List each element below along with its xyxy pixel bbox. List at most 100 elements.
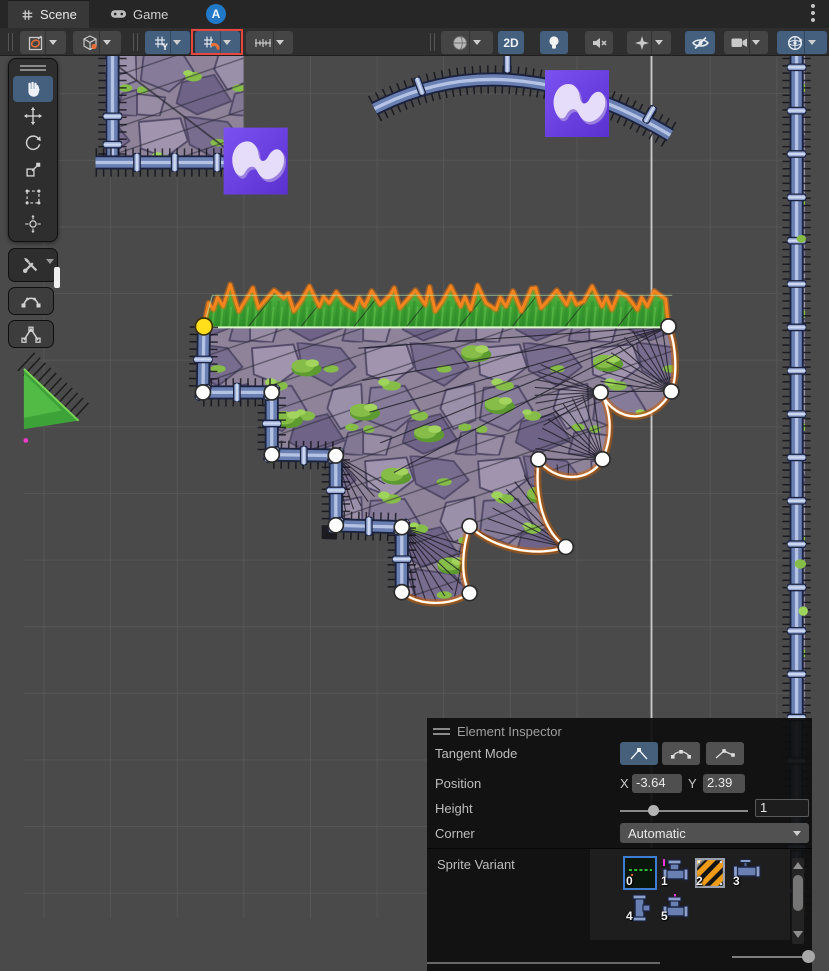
variant-scrollbar[interactable] bbox=[792, 858, 804, 944]
effects-button[interactable] bbox=[627, 31, 671, 54]
ruler-ticks-icon bbox=[253, 34, 273, 52]
tangent-linear-button[interactable] bbox=[620, 742, 658, 765]
purple-logo-sprite bbox=[545, 70, 609, 137]
grid-snap-y-dropdown[interactable] bbox=[170, 31, 184, 54]
variant-thumb-0[interactable]: 0 bbox=[625, 858, 655, 888]
thumbnail-zoom-thumb[interactable] bbox=[802, 950, 815, 963]
tangent-continuous-button[interactable] bbox=[662, 742, 700, 765]
x-axis-label: X bbox=[620, 776, 629, 791]
shaded-globe-icon bbox=[451, 34, 469, 52]
panel-title: Element Inspector bbox=[457, 724, 562, 739]
transform-icon bbox=[23, 214, 43, 234]
height-slider-thumb[interactable] bbox=[648, 805, 659, 816]
corner-dropdown[interactable]: Automatic bbox=[620, 823, 809, 843]
toolbar-drag-handle[interactable] bbox=[8, 33, 13, 51]
spline-point[interactable] bbox=[661, 319, 676, 334]
spline-point[interactable] bbox=[558, 539, 573, 554]
pivot-mode-dropdown[interactable] bbox=[99, 31, 113, 54]
spline-point[interactable] bbox=[394, 585, 409, 600]
spline-point[interactable] bbox=[328, 448, 343, 463]
pivot-mode-button[interactable] bbox=[73, 31, 121, 54]
scale-icon bbox=[23, 160, 43, 180]
variant-thumb-5[interactable]: 5 bbox=[660, 893, 690, 923]
component-tools-button[interactable] bbox=[11, 252, 51, 278]
edit-spline-tool[interactable] bbox=[8, 287, 54, 315]
tools-drag-handle[interactable] bbox=[20, 65, 46, 71]
mode-2d-toggle[interactable]: 2D bbox=[498, 31, 524, 54]
element-inspector-header[interactable]: Element Inspector bbox=[433, 724, 562, 739]
window-menu-icon[interactable]: ••• bbox=[807, 3, 819, 24]
transform-tool[interactable] bbox=[13, 211, 53, 237]
panel-hscrollbar[interactable] bbox=[427, 962, 660, 964]
draw-mode-dropdown[interactable] bbox=[469, 31, 483, 54]
spline-point[interactable] bbox=[394, 520, 409, 535]
position-x-field[interactable]: -3.64 bbox=[632, 774, 682, 793]
height-slider-track[interactable] bbox=[620, 810, 748, 812]
view-hand-tool[interactable] bbox=[13, 76, 53, 102]
gizmo-sphere-icon bbox=[786, 34, 804, 52]
rock-square-shape bbox=[96, 56, 244, 171]
toolbar-drag-handle[interactable] bbox=[430, 33, 435, 51]
tab-scene[interactable]: Scene bbox=[8, 0, 89, 28]
scroll-up-icon[interactable] bbox=[793, 862, 803, 869]
annotation-highlight-box bbox=[191, 29, 243, 55]
spline-point[interactable] bbox=[264, 447, 279, 462]
rotate-icon bbox=[23, 133, 43, 153]
spline-point[interactable] bbox=[195, 385, 210, 400]
position-label: Position bbox=[435, 776, 481, 791]
sprite-shape-edit-button[interactable] bbox=[20, 31, 66, 54]
variant-thumb-2[interactable]: 2 bbox=[695, 858, 725, 888]
rotate-tool[interactable] bbox=[13, 130, 53, 156]
effects-dropdown[interactable] bbox=[651, 31, 665, 54]
sprite-shape-edit-dropdown[interactable] bbox=[45, 31, 59, 54]
scale-tool[interactable] bbox=[13, 157, 53, 183]
spline-corner-icon bbox=[20, 324, 42, 344]
variant-thumb-4[interactable]: 4 bbox=[625, 893, 655, 923]
scene-grid-icon bbox=[20, 8, 34, 22]
move-tool[interactable] bbox=[13, 103, 53, 129]
variant-thumb-3[interactable]: 3 bbox=[732, 858, 762, 888]
scroll-down-icon[interactable] bbox=[793, 931, 803, 938]
spline-point[interactable] bbox=[595, 452, 610, 467]
rect-tool[interactable] bbox=[13, 184, 53, 210]
tangent-broken-button[interactable] bbox=[706, 742, 744, 765]
spline-bezier-icon bbox=[20, 291, 42, 311]
gizmos-dropdown[interactable] bbox=[804, 31, 818, 54]
panel-drag-handle[interactable] bbox=[433, 728, 450, 735]
spline-point-selected[interactable] bbox=[195, 318, 212, 335]
scene-lighting-toggle[interactable] bbox=[540, 31, 568, 54]
tab-scene-label: Scene bbox=[40, 7, 77, 22]
move-icon bbox=[23, 106, 43, 126]
thumbnail-zoom-slider[interactable] bbox=[732, 956, 806, 958]
snap-increment-dropdown[interactable] bbox=[273, 31, 287, 54]
spline-point[interactable] bbox=[462, 519, 477, 534]
camera-settings-dropdown[interactable] bbox=[749, 31, 763, 54]
tab-bar: Scene Game A ••• bbox=[0, 0, 829, 28]
component-tools-dropdown[interactable] bbox=[46, 259, 54, 264]
variant-thumb-1[interactable]: 1 bbox=[660, 858, 690, 888]
tangent-mode-label: Tangent Mode bbox=[435, 746, 517, 761]
tab-game[interactable]: Game bbox=[98, 0, 180, 28]
spline-point[interactable] bbox=[264, 385, 279, 400]
gizmos-toggle-button[interactable] bbox=[777, 31, 827, 54]
tools-overlay bbox=[8, 58, 58, 348]
spline-point[interactable] bbox=[531, 452, 546, 467]
spline-point[interactable] bbox=[593, 385, 608, 400]
hand-icon bbox=[23, 79, 43, 99]
spline-point[interactable] bbox=[462, 586, 477, 601]
collab-avatar-badge[interactable]: A bbox=[206, 4, 226, 24]
camera-settings-button[interactable] bbox=[724, 31, 768, 54]
spline-point[interactable] bbox=[664, 384, 679, 399]
height-label: Height bbox=[435, 801, 473, 816]
draw-mode-button[interactable] bbox=[441, 31, 493, 54]
height-value-field[interactable]: 1 bbox=[755, 799, 809, 817]
grid-snap-y-button[interactable]: Y bbox=[145, 31, 190, 54]
position-y-field[interactable]: 2.39 bbox=[703, 774, 745, 793]
edit-corners-tool[interactable] bbox=[8, 320, 54, 348]
snap-increment-button[interactable] bbox=[246, 31, 293, 54]
scene-visibility-toggle[interactable] bbox=[685, 31, 715, 54]
spline-point[interactable] bbox=[328, 518, 343, 533]
variant-scrollbar-thumb[interactable] bbox=[793, 875, 803, 911]
audio-mute-toggle[interactable] bbox=[585, 31, 613, 54]
toolbar-drag-handle[interactable] bbox=[133, 33, 138, 51]
